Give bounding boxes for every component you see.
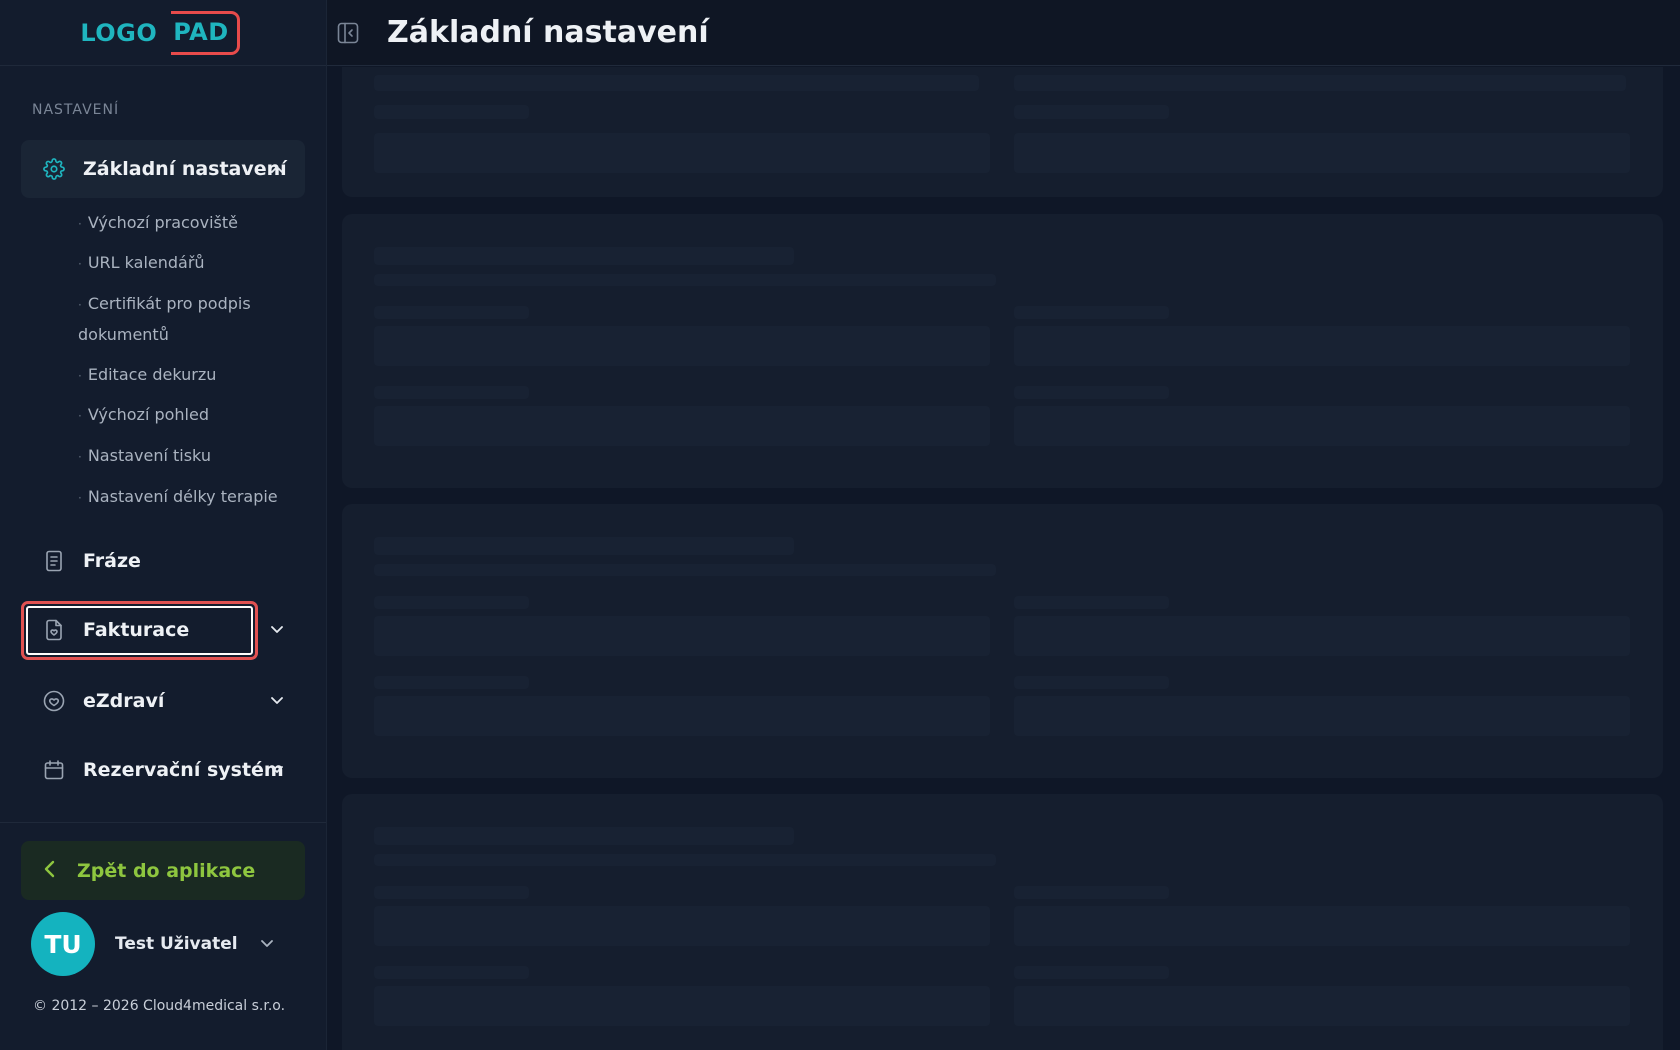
sub-item-label: Editace dekurzu	[87, 365, 217, 384]
sidebar-item-ezdravi[interactable]: eZdraví	[21, 672, 305, 730]
skeleton-input	[1014, 406, 1630, 446]
sidebar-item-fraze[interactable]: Fráze	[21, 532, 305, 590]
sidebar-item-zakladni-nastaveni[interactable]: Základní nastavení	[21, 140, 305, 198]
skeleton-input	[1014, 696, 1630, 736]
skeleton-input	[1014, 986, 1630, 1026]
gear-icon	[43, 158, 65, 180]
bullet-dot: ·	[78, 491, 82, 505]
skeleton-line	[1014, 75, 1626, 91]
bullet-dot: ·	[78, 409, 82, 423]
skeleton-title	[374, 537, 794, 555]
logo-area: LOGO PAD	[0, 0, 326, 66]
chevron-left-icon	[43, 860, 55, 882]
page-title: Základní nastavení	[387, 15, 709, 50]
heart-icon	[43, 690, 65, 712]
sub-item-nastaveni-tisku[interactable]: · Nastavení tisku	[78, 441, 288, 472]
chevron-down-icon	[271, 624, 283, 636]
bullet-dot: ·	[78, 217, 82, 231]
copyright-footer: © 2012 – 2026 Cloud4medical s.r.o.	[33, 998, 286, 1014]
skeleton-card	[342, 504, 1663, 778]
skeleton-card	[342, 794, 1663, 1050]
bullet-dot: ·	[78, 450, 82, 464]
sub-item-url-kalendaru[interactable]: · URL kalendářů	[78, 248, 288, 279]
skeleton-input	[1014, 133, 1630, 173]
back-to-app-button[interactable]: Zpět do aplikace	[21, 841, 305, 900]
sub-item-nastaveni-delky-terapie[interactable]: · Nastavení délky terapie	[78, 482, 288, 513]
sub-item-label: Nastavení délky terapie	[87, 487, 278, 506]
bullet-dot: ·	[78, 257, 82, 271]
skeleton-input	[374, 406, 990, 446]
skeleton-title	[374, 827, 794, 845]
chevron-up-icon	[271, 163, 283, 175]
bullet-dot: ·	[78, 298, 82, 312]
skeleton-label	[1014, 886, 1169, 899]
sidebar-divider	[0, 822, 326, 823]
avatar: TU	[31, 912, 95, 976]
sidebar-item-fakturace[interactable]: Fakturace	[21, 601, 305, 659]
calendar-icon	[43, 759, 65, 781]
chevron-down-icon	[271, 764, 283, 776]
sidebar-item-label: Základní nastavení	[83, 158, 287, 180]
skeleton-line	[374, 854, 996, 866]
skeleton-label	[374, 306, 529, 319]
skeleton-line	[374, 75, 979, 91]
sidebar: LOGO PAD NASTAVENÍ Základní nastavení · V…	[0, 0, 327, 1050]
skeleton-label	[374, 105, 529, 119]
sidebar-item-rezervacni-system[interactable]: Rezervační systém	[21, 741, 305, 799]
sub-item-vychozi-pohled[interactable]: · Výchozí pohled	[78, 400, 288, 431]
skeleton-card	[342, 214, 1663, 488]
page-header: Základní nastavení	[327, 0, 1680, 66]
document-icon	[43, 550, 65, 572]
invoice-icon	[43, 619, 65, 641]
skeleton-label	[1014, 386, 1169, 399]
skeleton-label	[1014, 596, 1169, 609]
sub-item-label: URL kalendářů	[87, 253, 205, 272]
bullet-dot: ·	[78, 369, 82, 383]
skeleton-label	[374, 386, 529, 399]
back-to-app-label: Zpět do aplikace	[77, 859, 256, 882]
skeleton-line	[374, 274, 996, 286]
sub-item-label: Výchozí pohled	[87, 405, 209, 424]
chevron-down-icon	[261, 938, 273, 950]
sub-item-label: Certifikát pro podpis dokumentů	[78, 294, 251, 344]
content-area	[327, 67, 1680, 1050]
skeleton-input	[374, 986, 990, 1026]
skeleton-input	[374, 696, 990, 736]
sidebar-item-label: Fakturace	[83, 619, 190, 641]
sidebar-item-label: Rezervační systém	[83, 759, 284, 781]
skeleton-label	[374, 596, 529, 609]
skeleton-title	[374, 247, 794, 265]
logo-text-part1: LOGO	[80, 18, 158, 47]
skeleton-input	[1014, 616, 1630, 656]
section-label: NASTAVENÍ	[32, 102, 120, 118]
skeleton-line	[374, 564, 996, 576]
user-menu[interactable]: TU Test Uživatel	[31, 912, 291, 976]
skeleton-input	[1014, 326, 1630, 366]
skeleton-label	[1014, 676, 1169, 689]
user-name: Test Uživatel	[115, 934, 238, 954]
skeleton-label	[374, 676, 529, 689]
skeleton-input	[374, 326, 990, 366]
sub-item-editace-dekurzu[interactable]: · Editace dekurzu	[78, 360, 288, 391]
skeleton-input	[374, 906, 990, 946]
skeleton-label	[1014, 306, 1169, 319]
sub-item-label: Nastavení tisku	[87, 446, 211, 465]
collapse-sidebar-icon[interactable]	[335, 20, 361, 46]
skeleton-input	[374, 133, 990, 173]
skeleton-input	[374, 616, 990, 656]
skeleton-label	[374, 966, 529, 979]
logo-text-part2: PAD	[171, 10, 240, 55]
chevron-down-icon	[271, 695, 283, 707]
sub-item-label: Výchozí pracoviště	[87, 213, 238, 232]
skeleton-card	[342, 67, 1663, 197]
sidebar-item-label: eZdraví	[83, 690, 165, 712]
skeleton-label	[1014, 966, 1169, 979]
sub-item-vychozi-pracoviste[interactable]: · Výchozí pracoviště	[78, 208, 288, 239]
skeleton-input	[1014, 906, 1630, 946]
logo[interactable]: LOGO PAD	[80, 10, 240, 55]
sub-item-certifikat[interactable]: · Certifikát pro podpis dokumentů	[78, 289, 288, 350]
skeleton-label	[374, 886, 529, 899]
sidebar-item-label: Fráze	[83, 550, 141, 572]
skeleton-label	[1014, 105, 1169, 119]
